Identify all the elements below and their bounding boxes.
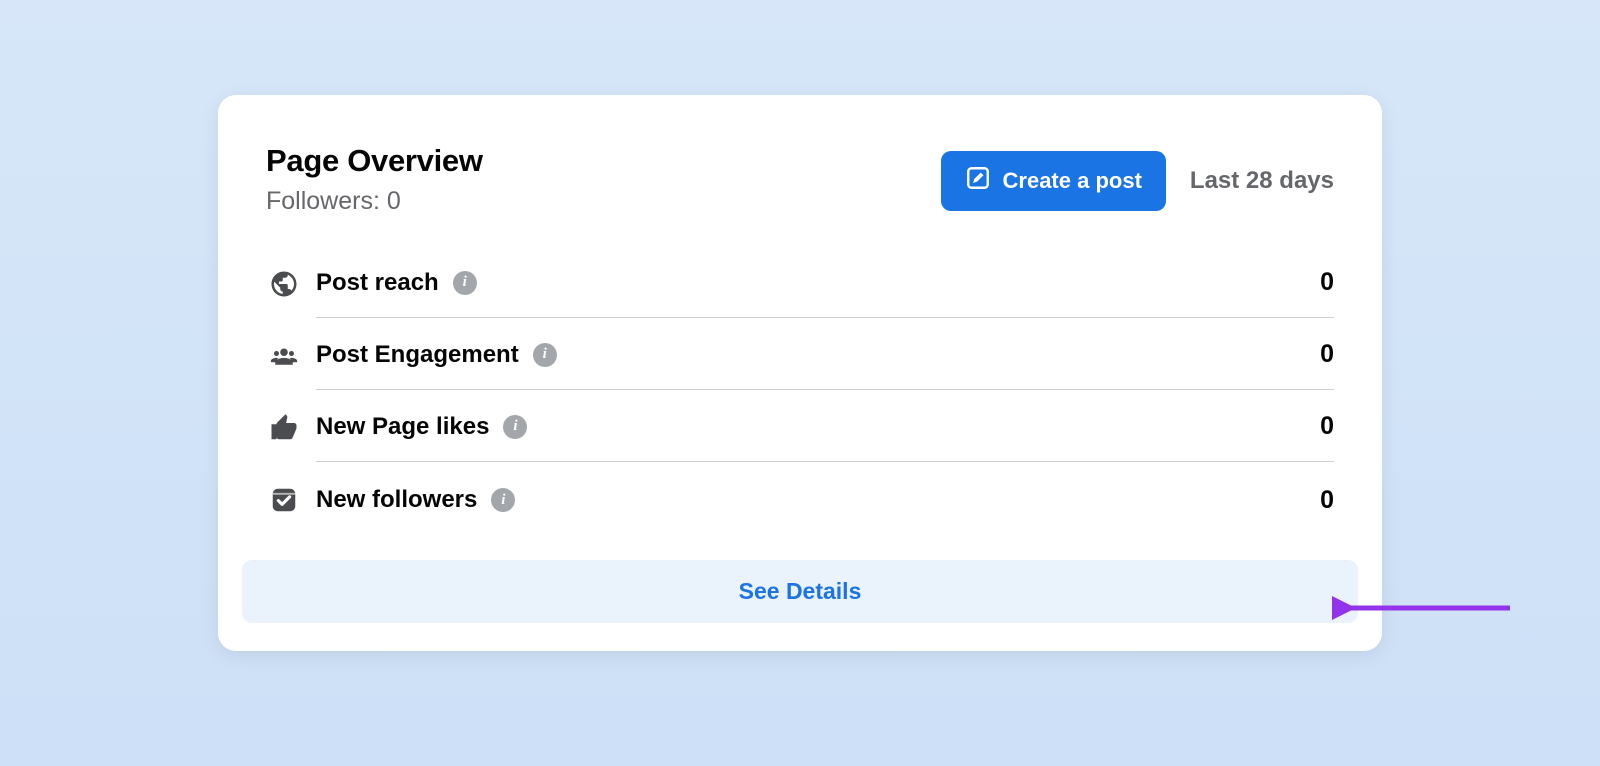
header-right: Create a post Last 28 days: [941, 143, 1334, 211]
metric-label: New Page likes: [316, 413, 489, 441]
followers-icon: [266, 482, 302, 518]
info-icon[interactable]: i: [453, 271, 477, 295]
timeframe-label: Last 28 days: [1190, 167, 1334, 195]
info-icon[interactable]: i: [533, 343, 557, 367]
metric-row-new-page-likes: New Page likes i 0: [266, 392, 1334, 464]
metrics-list: Post reach i 0 Post Engagement i 0 New P…: [266, 248, 1334, 536]
arrow-annotation: [1332, 593, 1512, 623]
people-icon: [266, 338, 302, 374]
metric-row-new-followers: New followers i 0: [266, 464, 1334, 536]
metric-content: New Page likes i 0: [316, 412, 1334, 462]
metric-value: 0: [1320, 340, 1334, 369]
metric-label: Post Engagement: [316, 341, 519, 369]
info-icon[interactable]: i: [503, 415, 527, 439]
see-details-button[interactable]: See Details: [242, 560, 1358, 623]
edit-compose-icon: [965, 165, 991, 197]
metric-row-post-reach: Post reach i 0: [266, 248, 1334, 320]
card-header: Page Overview Followers: 0 Create a post…: [266, 143, 1334, 216]
create-post-button[interactable]: Create a post: [941, 151, 1166, 211]
info-icon[interactable]: i: [491, 488, 515, 512]
metric-label: Post reach: [316, 269, 439, 297]
metric-row-post-engagement: Post Engagement i 0: [266, 320, 1334, 392]
metric-value: 0: [1320, 412, 1334, 441]
metric-label: New followers: [316, 486, 477, 514]
metric-content: Post reach i 0: [316, 268, 1334, 318]
create-post-label: Create a post: [1003, 168, 1142, 194]
thumbs-up-icon: [266, 410, 302, 446]
metric-value: 0: [1320, 268, 1334, 297]
metric-content: New followers i 0: [316, 486, 1334, 515]
header-left: Page Overview Followers: 0: [266, 143, 483, 216]
metric-content: Post Engagement i 0: [316, 340, 1334, 390]
page-overview-card: Page Overview Followers: 0 Create a post…: [218, 95, 1382, 651]
metric-value: 0: [1320, 486, 1334, 515]
followers-count: Followers: 0: [266, 187, 483, 216]
page-title: Page Overview: [266, 143, 483, 179]
globe-icon: [266, 266, 302, 302]
